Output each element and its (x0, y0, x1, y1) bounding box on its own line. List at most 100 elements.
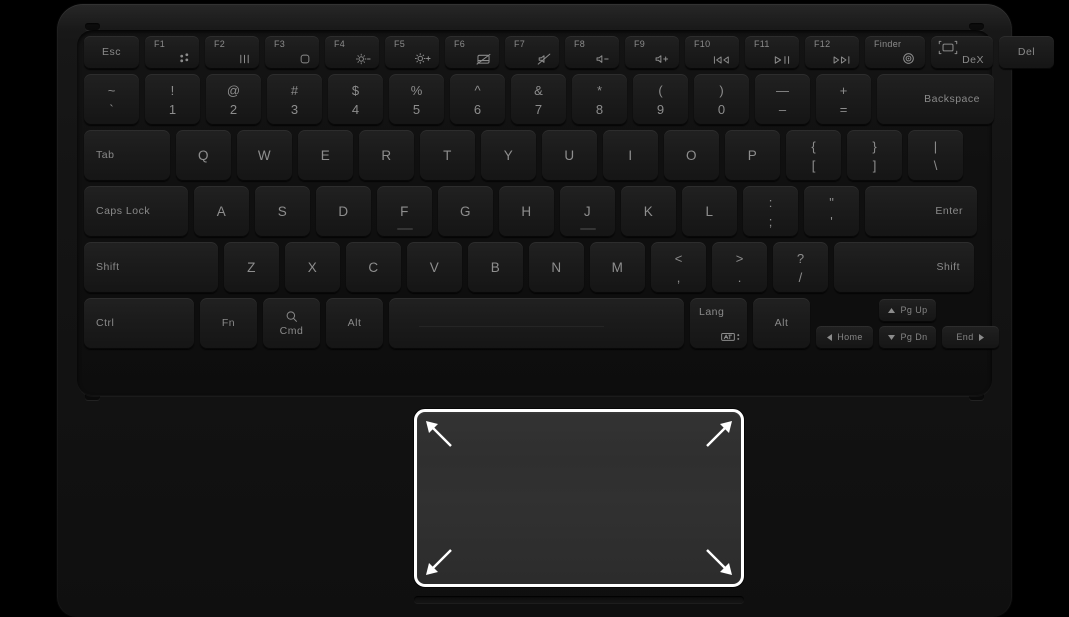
key-base-legend: 3 (290, 101, 299, 117)
key-0[interactable]: ) 0 (694, 74, 749, 125)
key-shift[interactable]: Shift (834, 242, 974, 293)
key-[interactable]: }] (847, 130, 902, 181)
key-c[interactable]: C (346, 242, 401, 293)
key-r[interactable]: R (359, 130, 414, 181)
key-z[interactable]: Z (224, 242, 279, 293)
key-legend-stack: ) 0 (718, 84, 725, 116)
key-alt-left[interactable]: Alt (326, 298, 383, 349)
key-7[interactable]: & 7 (511, 74, 566, 125)
key-n[interactable]: N (529, 242, 584, 293)
key-9[interactable]: (9 (633, 74, 688, 125)
key-f9[interactable]: F9 (625, 36, 679, 69)
key-end[interactable]: End (942, 326, 999, 349)
key-k[interactable]: K (621, 186, 676, 237)
key-[interactable]: ? / (773, 242, 828, 293)
key-u[interactable]: U (542, 130, 597, 181)
key-fn-label: F4 (334, 39, 346, 49)
key-f[interactable]: F (377, 186, 432, 237)
key-dex[interactable]: DeX (931, 36, 993, 69)
key-fn-label: F10 (694, 39, 711, 49)
key-shift-legend: | (933, 138, 938, 154)
key-j[interactable]: J (560, 186, 615, 237)
key-o[interactable]: O (664, 130, 719, 181)
key-esc[interactable]: Esc (84, 36, 139, 69)
key-label: Pg Dn (900, 332, 928, 342)
key-i[interactable]: I (603, 130, 658, 181)
key-f6[interactable]: F6 (445, 36, 499, 69)
key-6[interactable]: ^ 6 (450, 74, 505, 125)
next-track-icon (833, 55, 851, 65)
key-a[interactable]: A (194, 186, 249, 237)
key-space[interactable] (389, 298, 684, 349)
key-ctrl[interactable]: Ctrl (84, 298, 194, 349)
key-[interactable]: " ' (804, 186, 859, 237)
key-label: R (381, 147, 392, 163)
key-g[interactable]: G (438, 186, 493, 237)
key-f8[interactable]: F8 (565, 36, 619, 69)
key-h[interactable]: H (499, 186, 554, 237)
key-shift-legend: : (768, 194, 773, 210)
key-caps-lock[interactable]: Caps Lock (84, 186, 188, 237)
key-base-legend: , (676, 269, 681, 285)
key-3[interactable]: #3 (267, 74, 322, 125)
key-cmd[interactable]: Cmd (263, 298, 320, 349)
key-t[interactable]: T (420, 130, 475, 181)
key-p[interactable]: P (725, 130, 780, 181)
key-shift-legend: # (290, 82, 299, 98)
key-[interactable]: ~ ` (84, 74, 139, 125)
key-f10[interactable]: F10 (685, 36, 739, 69)
key-2[interactable]: @2 (206, 74, 261, 125)
keyboard-backlight-icon (238, 53, 251, 65)
key-f11[interactable]: F11 (745, 36, 799, 69)
key-shift-legend: % (410, 82, 423, 98)
key-[interactable]: + = (816, 74, 871, 125)
key-[interactable]: <, (651, 242, 706, 293)
key-tab[interactable]: Tab (84, 130, 170, 181)
key-d[interactable]: D (316, 186, 371, 237)
key-f3[interactable]: F3 (265, 36, 319, 69)
touchpad-off-icon (476, 53, 491, 65)
key-[interactable]: | \ (908, 130, 963, 181)
key-f2[interactable]: F2 (205, 36, 259, 69)
key-lang[interactable]: Lang (690, 298, 747, 349)
key-[interactable]: {[ (786, 130, 841, 181)
key-f4[interactable]: F4 (325, 36, 379, 69)
key-m[interactable]: M (590, 242, 645, 293)
key-fn[interactable]: Fn (200, 298, 257, 349)
key-[interactable]: >. (712, 242, 767, 293)
key-y[interactable]: Y (481, 130, 536, 181)
key-b[interactable]: B (468, 242, 523, 293)
key-q[interactable]: Q (176, 130, 231, 181)
touchpad[interactable] (414, 409, 744, 587)
key-alt-right[interactable]: Alt (753, 298, 810, 349)
key-label: X (307, 259, 318, 275)
key-base-legend: . (737, 269, 742, 285)
key-x[interactable]: X (285, 242, 340, 293)
brightness-down-icon (355, 53, 371, 65)
key-page-down[interactable]: Pg Dn (879, 326, 936, 349)
key-l[interactable]: L (682, 186, 737, 237)
key-8[interactable]: * 8 (572, 74, 627, 125)
key-5[interactable]: % 5 (389, 74, 444, 125)
key-[interactable]: — – (755, 74, 810, 125)
key-base-legend: [ (811, 157, 816, 173)
key-enter[interactable]: Enter (865, 186, 977, 237)
key-backspace[interactable]: Backspace (877, 74, 994, 125)
key-finder[interactable]: Finder (865, 36, 925, 69)
key-f1[interactable]: F1 (145, 36, 199, 69)
key-4[interactable]: $4 (328, 74, 383, 125)
key-w[interactable]: W (237, 130, 292, 181)
key-[interactable]: :; (743, 186, 798, 237)
key-s[interactable]: S (255, 186, 310, 237)
key-1[interactable]: ! 1 (145, 74, 200, 125)
key-shift[interactable]: Shift (84, 242, 218, 293)
key-home[interactable]: Home (816, 326, 873, 349)
key-f7[interactable]: F7 (505, 36, 559, 69)
key-e[interactable]: E (298, 130, 353, 181)
key-legend-stack: " ' (829, 196, 834, 228)
key-page-up[interactable]: Pg Up (879, 299, 936, 322)
key-del[interactable]: Del (999, 36, 1054, 69)
key-f5[interactable]: F5 (385, 36, 439, 69)
key-f12[interactable]: F12 (805, 36, 859, 69)
key-v[interactable]: V (407, 242, 462, 293)
